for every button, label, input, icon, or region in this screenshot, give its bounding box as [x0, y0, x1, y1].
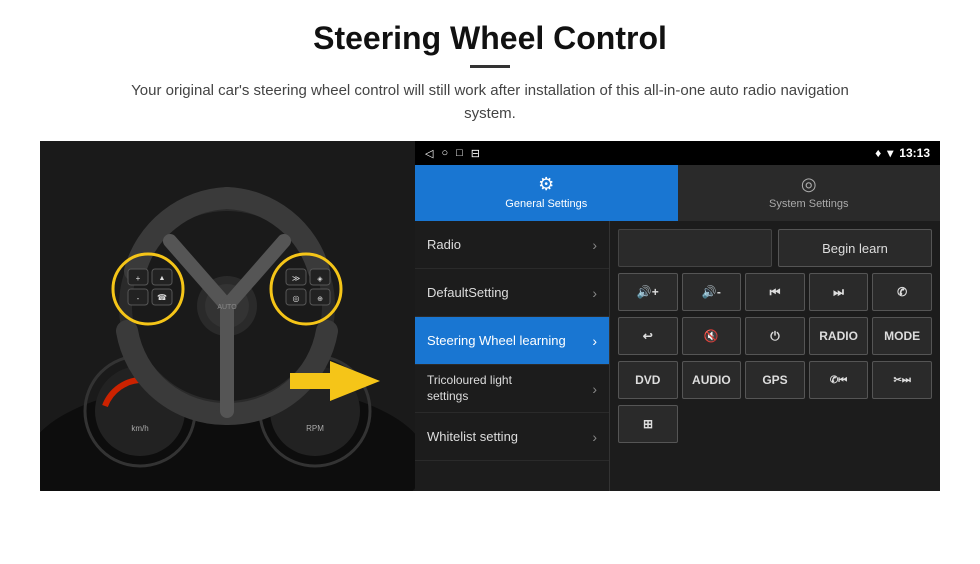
empty-input-box[interactable] — [618, 229, 772, 267]
mute-button[interactable]: 🔇 — [682, 317, 742, 355]
dvd-button[interactable]: DVD — [618, 361, 678, 399]
menu-default-label: DefaultSetting — [427, 285, 509, 300]
phone-icon: ✆ — [897, 285, 907, 299]
subtitle: Your original car's steering wheel contr… — [130, 80, 850, 125]
control-row-5: ⊞ — [618, 405, 932, 443]
menu-item-steering[interactable]: Steering Wheel learning › — [415, 317, 609, 365]
svg-text:▲: ▲ — [159, 275, 166, 282]
list-button[interactable]: ⊞ — [618, 405, 678, 443]
control-row-2: 🔊+ 🔊- ⏮ ⏭ ✆ — [618, 273, 932, 311]
svg-text:+: + — [136, 274, 141, 283]
content-row: km/h RPM — [40, 141, 940, 491]
svg-text:-: - — [137, 294, 140, 303]
mute-icon: 🔇 — [704, 329, 719, 343]
tab-system-label: System Settings — [769, 198, 848, 210]
recents-icon: □ — [456, 147, 463, 159]
page-title: Steering Wheel Control — [40, 20, 940, 57]
svg-text:km/h: km/h — [131, 424, 148, 433]
svg-text:RPM: RPM — [306, 424, 324, 433]
chevron-icon: › — [592, 237, 597, 253]
svg-text:≫: ≫ — [292, 274, 300, 283]
status-bar-left: ◁ ○ □ ⊟ — [425, 147, 480, 160]
audio-label: AUDIO — [692, 373, 731, 387]
tab-system[interactable]: ◎ System Settings — [678, 165, 941, 221]
page-container: Steering Wheel Control Your original car… — [0, 0, 980, 501]
menu-tricoloured-label2: settings — [427, 389, 512, 405]
general-settings-icon: ⚙ — [538, 174, 554, 195]
status-bar: ◁ ○ □ ⊟ ♦ ▾ 13:13 — [415, 141, 940, 165]
home-icon: ○ — [441, 147, 448, 159]
menu-item-tricoloured[interactable]: Tricoloured light settings › — [415, 365, 609, 413]
status-bar-right: ♦ ▾ 13:13 — [875, 146, 930, 160]
steering-wheel-image: km/h RPM — [40, 141, 415, 491]
back-icon: ◁ — [425, 147, 433, 160]
tab-general-label: General Settings — [505, 198, 587, 210]
radio-label: RADIO — [819, 329, 858, 343]
menu-item-radio[interactable]: Radio › — [415, 221, 609, 269]
vol-up-button[interactable]: 🔊+ — [618, 273, 678, 311]
control-row-3: ↩ 🔇 ⏻ RADIO MODE — [618, 317, 932, 355]
menu-tricoloured-label: Tricoloured light — [427, 373, 512, 389]
title-divider — [470, 65, 510, 68]
mode-label: MODE — [884, 329, 920, 343]
right-panel: Begin learn 🔊+ 🔊- ⏮ — [610, 221, 940, 491]
next-track-icon: ⏭ — [833, 285, 844, 300]
menu-icon: ⊟ — [471, 147, 480, 160]
audio-button[interactable]: AUDIO — [682, 361, 742, 399]
chevron-icon: › — [592, 285, 597, 301]
svg-text:☎: ☎ — [157, 293, 167, 302]
vol-down-icon: 🔊- — [702, 285, 721, 299]
menu-item-whitelist[interactable]: Whitelist setting › — [415, 413, 609, 461]
gps-label: GPS — [762, 373, 787, 387]
vol-down-button[interactable]: 🔊- — [682, 273, 742, 311]
power-button[interactable]: ⏻ — [745, 317, 805, 355]
mode-button[interactable]: MODE — [872, 317, 932, 355]
android-screen: ◁ ○ □ ⊟ ♦ ▾ 13:13 ⚙ General Settings — [415, 141, 940, 491]
tab-general[interactable]: ⚙ General Settings — [415, 165, 678, 221]
skip-next-button[interactable]: ✂⏭ — [872, 361, 932, 399]
left-menu: Radio › DefaultSetting › Steering Wheel … — [415, 221, 610, 491]
location-icon: ♦ — [875, 146, 881, 160]
chevron-icon: › — [592, 381, 597, 397]
panel-row-1: Begin learn — [618, 229, 932, 267]
phone-prev-icon: ✆⏮ — [830, 375, 847, 386]
radio-button[interactable]: RADIO — [809, 317, 869, 355]
control-row-4: DVD AUDIO GPS ✆⏮ ✂⏭ — [618, 361, 932, 399]
gps-button[interactable]: GPS — [745, 361, 805, 399]
begin-learn-button[interactable]: Begin learn — [778, 229, 932, 267]
chevron-icon: › — [592, 429, 597, 445]
phone-button[interactable]: ✆ — [872, 273, 932, 311]
menu-item-default[interactable]: DefaultSetting › — [415, 269, 609, 317]
back-call-icon: ↩ — [643, 329, 653, 343]
main-content: Radio › DefaultSetting › Steering Wheel … — [415, 221, 940, 491]
chevron-icon: › — [592, 333, 597, 349]
power-icon: ⏻ — [770, 329, 780, 344]
skip-next-icon: ✂⏭ — [893, 375, 910, 386]
menu-whitelist-label: Whitelist setting — [427, 429, 518, 444]
vol-up-icon: 🔊+ — [637, 285, 659, 299]
prev-track-button[interactable]: ⏮ — [745, 273, 805, 311]
system-settings-icon: ◎ — [801, 174, 817, 195]
svg-text:◈: ◈ — [317, 276, 323, 283]
list-icon: ⊞ — [643, 417, 653, 431]
next-track-button[interactable]: ⏭ — [809, 273, 869, 311]
clock: 13:13 — [899, 146, 930, 160]
svg-text:AUTO: AUTO — [217, 304, 237, 311]
svg-text:◎: ◎ — [293, 294, 300, 303]
phone-prev-button[interactable]: ✆⏮ — [809, 361, 869, 399]
menu-steering-label: Steering Wheel learning — [427, 333, 566, 348]
dvd-label: DVD — [635, 373, 660, 387]
back-call-button[interactable]: ↩ — [618, 317, 678, 355]
title-section: Steering Wheel Control Your original car… — [40, 20, 940, 125]
tab-bar: ⚙ General Settings ◎ System Settings — [415, 165, 940, 221]
menu-radio-label: Radio — [427, 237, 461, 252]
prev-track-icon: ⏮ — [770, 285, 781, 300]
svg-text:⊕: ⊕ — [317, 296, 323, 303]
signal-icon: ▾ — [887, 146, 893, 160]
